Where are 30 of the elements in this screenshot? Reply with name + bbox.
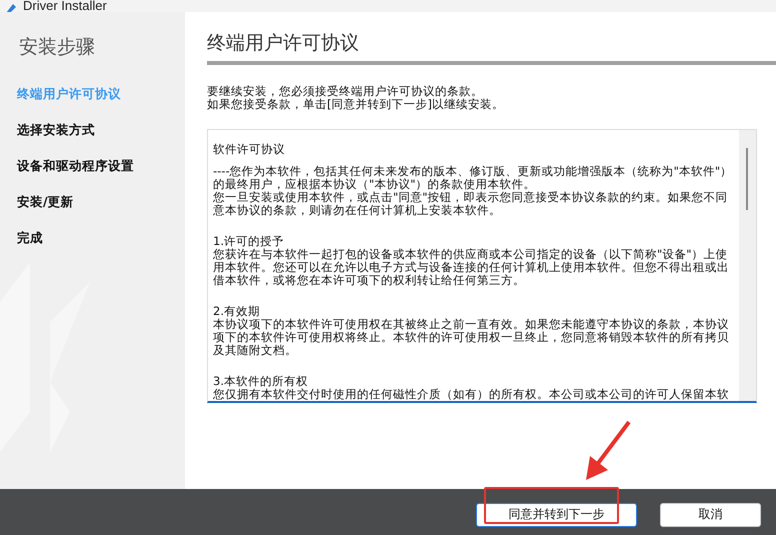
section-heading: 3.本软件的所有权: [213, 375, 308, 388]
sidebar-title: 安装步骤: [19, 35, 95, 60]
license-text: 项下的本软件许可使用权将终止。本软件的许可使用权一旦终止，您同意将销毁本软件的所有拷贝: [213, 331, 729, 344]
license-text: ----您作为本软件，包括其任何未来发布的版本、修订版、更新或功能增强版本（统称为"本软件"）: [213, 165, 732, 178]
scrollbar[interactable]: [739, 130, 756, 401]
license-text: 及其随附文档。: [213, 344, 297, 357]
step-item: 安装/更新: [17, 193, 74, 211]
agree-button[interactable]: 同意并转到下一步: [476, 502, 637, 526]
page-heading: 终端用户许可协议: [207, 31, 359, 56]
intro-text: 如果您接受条款，单击[同意并转到下一步]以继续安装。: [207, 98, 504, 111]
license-text: 借本软件，或将您在本许可项下的权利转让给任何第三方。: [213, 274, 525, 287]
license-title: 软件许可协议: [213, 143, 285, 156]
license-text: 本协议项下的本软件许可使用权在其被终止之前一直有效。如果您未能遵守本协议的条款，本协议: [213, 318, 729, 331]
section-heading: 2.有效期: [213, 305, 260, 318]
step-item: 设备和驱动程序设置: [17, 157, 134, 175]
step-item: 终端用户许可协议: [17, 85, 121, 103]
license-text: 您获许在与本软件一起打包的设备或本软件的供应商或本公司指定的设备（以下简称"设备"）上使: [213, 248, 728, 261]
annotation-arrow: [584, 420, 632, 482]
step-item: 完成: [17, 229, 43, 247]
intro-text: 要继续安装，您必须接受终端用户许可协议的条款。: [207, 85, 483, 98]
license-text: 您仅拥有本软件交付时使用的任何磁性介质（如有）的所有权。本公司或本公司的许可人保留本软: [213, 388, 729, 401]
license-text: 的最终用户，应根据本协议（"本协议"）的条款使用本软件。: [213, 178, 536, 191]
license-text-box[interactable]: [207, 129, 757, 403]
license-text: 意本协议的条款，则请勿在任何计算机上安装本软件。: [213, 204, 501, 217]
cancel-button[interactable]: 取消: [660, 502, 761, 526]
license-text: 您一旦安装或使用本软件，或点击"同意"按钮，即表示您同意接受本协议条款的约束。如果您不同: [213, 191, 728, 204]
window-title: Driver Installer: [23, 0, 107, 12]
section-heading: 1.许可的授予: [213, 235, 284, 248]
step-item: 选择安装方式: [17, 121, 95, 139]
license-text: 用本软件。您还可以在允许以电子方式与设备连接的任何计算机上使用本软件。但您不得出租或出: [213, 261, 729, 274]
